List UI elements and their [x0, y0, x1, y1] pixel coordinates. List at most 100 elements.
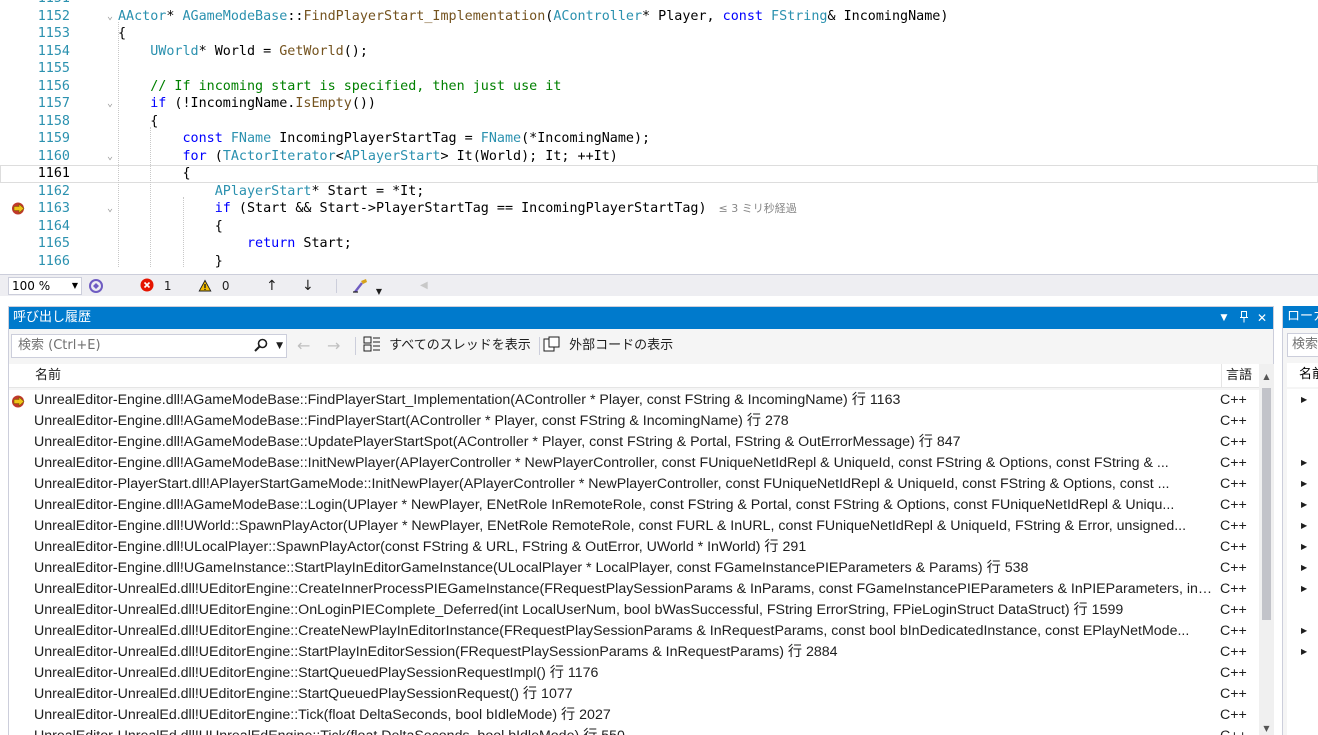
call-stack-row[interactable]: UnrealEditor-Engine.dll!UWorld::SpawnPla…	[9, 516, 1259, 537]
call-stack-row[interactable]: UnrealEditor-Engine.dll!ULocalPlayer::Sp…	[9, 537, 1259, 558]
column-header-language[interactable]: 言語	[1221, 364, 1261, 388]
call-stack-row[interactable]: UnrealEditor-UnrealEd.dll!UEditorEngine:…	[9, 600, 1259, 621]
frame-name: UnrealEditor-UnrealEd.dll!UEditorEngine:…	[34, 581, 1214, 597]
search-input[interactable]: 検索 (Ctrl+E) ▼	[11, 334, 287, 358]
locals-rows: ▶ ▶ ▶ ▶ ▶ ▶ ▶ ▶ ▶ ▶	[1287, 389, 1318, 735]
column-header-name[interactable]: 名前	[35, 364, 61, 388]
call-stack-panel: 呼び出し履歴 ▼ ✕ 検索 (Ctrl+E) ▼ ← → すべてのスレッドを表示…	[8, 306, 1274, 735]
expand-icon[interactable]: ▶	[1301, 521, 1307, 530]
code-line[interactable]: 1156 // If incoming start is specified, …	[0, 78, 1318, 96]
expand-icon[interactable]: ▶	[1301, 647, 1307, 656]
frame-name: UnrealEditor-UnrealEd.dll!UEditorEngine:…	[34, 623, 1190, 639]
perf-tip[interactable]: ≤ 3 ミリ秒経過	[719, 202, 797, 215]
code-line[interactable]: 1165 return Start;	[0, 235, 1318, 253]
vertical-scrollbar[interactable]: ▲ ▼	[1259, 364, 1274, 735]
code-line[interactable]: 1152 ⌄ AActor* AGameModeBase::FindPlayerSt…	[0, 8, 1318, 26]
code-line[interactable]: 1153 {	[0, 25, 1318, 43]
code-line[interactable]: 1151	[0, 0, 1318, 8]
scrollbar-thumb[interactable]	[1262, 388, 1271, 620]
arrow-up-icon[interactable]: ↑	[266, 278, 278, 294]
line-number: 1157	[37, 96, 70, 111]
code-text: }	[118, 253, 223, 271]
error-indicator[interactable]: 1	[140, 278, 171, 294]
back-arrow-icon[interactable]: ←	[297, 336, 310, 356]
frame-language: C++	[1220, 560, 1247, 576]
call-stack-row[interactable]: UnrealEditor-UnrealEd.dll!UEditorEngine:…	[9, 705, 1259, 726]
chevron-down-icon[interactable]: ▼	[276, 335, 283, 357]
arrow-down-icon[interactable]: ↓	[302, 278, 314, 294]
code-line[interactable]: 1160 ⌄ for (TActorIterator<APlayerStart> …	[0, 148, 1318, 166]
call-stack-row[interactable]: UnrealEditor-Engine.dll!UGameInstance::S…	[9, 558, 1259, 579]
call-stack-row[interactable]: UnrealEditor-Engine.dll!AGameModeBase::L…	[9, 495, 1259, 516]
show-external-code-button[interactable]: 外部コードの表示	[543, 336, 673, 356]
code-line[interactable]: 1155	[0, 60, 1318, 78]
scroll-left-icon[interactable]: ◀	[420, 278, 428, 294]
indent-guide	[183, 196, 184, 267]
code-line[interactable]: 1154 UWorld* World = GetWorld();	[0, 43, 1318, 61]
call-stack-row[interactable]: UnrealEditor-Engine.dll!AGameModeBase::F…	[9, 390, 1259, 411]
code-line[interactable]: 1164 {	[0, 218, 1318, 236]
error-count: 1	[163, 279, 172, 293]
call-stack-row[interactable]: UnrealEditor-Engine.dll!AGameModeBase::I…	[9, 453, 1259, 474]
frame-name: UnrealEditor-Engine.dll!AGameModeBase::I…	[34, 455, 1169, 471]
expand-icon[interactable]: ▶	[1301, 563, 1307, 572]
code-line[interactable]: 1166 }	[0, 253, 1318, 271]
call-stack-row[interactable]: UnrealEditor-UnrealEd.dll!UEditorEngine:…	[9, 621, 1259, 642]
call-stack-row[interactable]: UnrealEditor-UnrealEd.dll!UEditorEngine:…	[9, 663, 1259, 684]
line-number: 1158	[37, 113, 70, 129]
code-line[interactable]: 1163 ⌄ if (Start && Start->PlayerStartTag…	[0, 200, 1318, 218]
fold-toggle-icon[interactable]: ⌄	[104, 8, 116, 26]
intellicode-icon[interactable]	[88, 278, 104, 294]
call-stack-row[interactable]: UnrealEditor-Engine.dll!AGameModeBase::U…	[9, 432, 1259, 453]
current-statement-arrow-icon[interactable]	[11, 202, 27, 215]
fold-toggle-icon[interactable]: ⌄	[104, 200, 116, 218]
code-token: (*IncomingName);	[521, 131, 651, 146]
code-line[interactable]: 1161 {	[0, 165, 1318, 183]
zoom-select[interactable]: 100 % ▼	[8, 277, 82, 295]
scroll-up-icon[interactable]: ▲	[1259, 372, 1274, 381]
code-token: if	[150, 96, 167, 111]
locals-search-input[interactable]: 検索	[1287, 333, 1318, 357]
expand-icon[interactable]: ▶	[1301, 584, 1307, 593]
frame-language: C++	[1220, 539, 1247, 555]
forward-arrow-icon[interactable]: →	[327, 336, 340, 356]
frame-language: C++	[1220, 644, 1247, 660]
code-line[interactable]: 1157 ⌄ if (!IncomingName.IsEmpty())	[0, 95, 1318, 113]
code-line[interactable]: 1162 APlayerStart* Start = *It;	[0, 183, 1318, 201]
fold-toggle-icon[interactable]: ⌄	[104, 148, 116, 166]
warning-indicator[interactable]: 0	[198, 278, 229, 294]
expand-icon[interactable]: ▶	[1301, 395, 1307, 404]
call-stack-row[interactable]: UnrealEditor-UnrealEd.dll!UEditorEngine:…	[9, 579, 1259, 600]
close-icon[interactable]: ✕	[1253, 307, 1271, 329]
search-icon[interactable]	[254, 335, 268, 357]
call-stack-row[interactable]: UnrealEditor-Engine.dll!AGameModeBase::F…	[9, 411, 1259, 432]
chevron-down-icon[interactable]: ▼	[1215, 307, 1233, 329]
code-cleanup-icon[interactable]: ▼	[352, 278, 382, 296]
expand-icon[interactable]: ▶	[1301, 458, 1307, 467]
code-text: const FName IncomingPlayerStartTag = FNa…	[118, 130, 651, 148]
fold-toggle-icon[interactable]: ⌄	[104, 95, 116, 113]
frame-language: C++	[1220, 434, 1247, 450]
code-line[interactable]: 1159 const FName IncomingPlayerStartTag …	[0, 130, 1318, 148]
show-all-threads-button[interactable]: すべてのスレッドを表示	[363, 336, 531, 356]
code-line[interactable]: 1158 {	[0, 113, 1318, 131]
code-text: AActor* AGameModeBase::FindPlayerStart_I…	[118, 8, 948, 26]
zoom-value: 100 %	[12, 279, 51, 293]
call-stack-row[interactable]: UnrealEditor-UnrealEd.dll!UUnrealEdEngin…	[9, 726, 1259, 735]
call-stack-row[interactable]: UnrealEditor-PlayerStart.dll!APlayerStar…	[9, 474, 1259, 495]
scroll-down-icon[interactable]: ▼	[1259, 724, 1274, 733]
code-editor[interactable]: 11511152⌄AActor* AGameModeBase::FindPlay…	[0, 0, 1318, 274]
pin-icon[interactable]	[1235, 307, 1253, 329]
line-number: 1153	[37, 26, 70, 41]
code-token: FindPlayerStart_Implementation	[303, 8, 546, 24]
call-stack-row[interactable]: UnrealEditor-UnrealEd.dll!UEditorEngine:…	[9, 642, 1259, 663]
code-token: const	[722, 8, 772, 24]
expand-icon[interactable]: ▶	[1301, 500, 1307, 509]
expand-icon[interactable]: ▶	[1301, 479, 1307, 488]
expand-icon[interactable]: ▶	[1301, 542, 1307, 551]
line-number: 1152	[37, 8, 70, 24]
expand-icon[interactable]: ▶	[1301, 626, 1307, 635]
locals-column-name[interactable]: 名前	[1299, 367, 1318, 382]
code-token: GetWorld	[279, 43, 344, 59]
call-stack-row[interactable]: UnrealEditor-UnrealEd.dll!UEditorEngine:…	[9, 684, 1259, 705]
